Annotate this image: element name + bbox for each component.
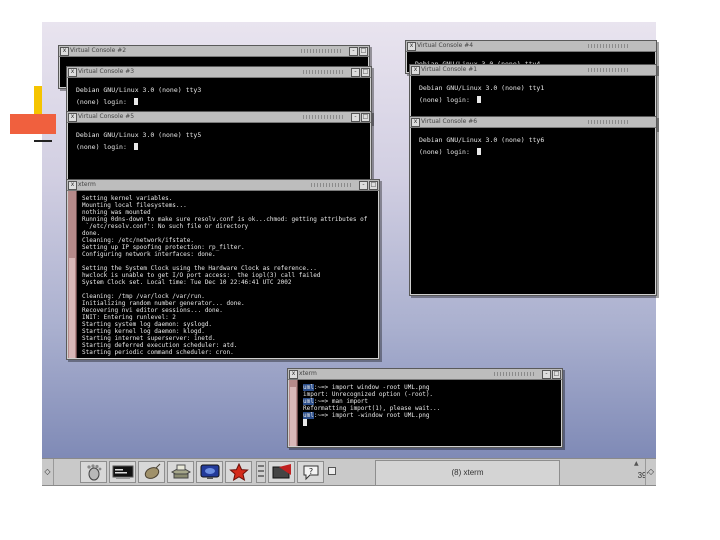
window-title: Virtual Console #6 bbox=[421, 118, 478, 125]
command-line: import window -root UML.png bbox=[331, 384, 430, 391]
window-virtual-console-6[interactable]: x Virtual Console #6 Debian GNU/Linux 3.… bbox=[409, 116, 657, 296]
minimize-icon[interactable]: - bbox=[542, 370, 551, 379]
command-output: import: Unrecognized option (-root). bbox=[303, 391, 434, 398]
minimize-icon[interactable]: - bbox=[351, 113, 360, 122]
maximize-icon[interactable]: □ bbox=[369, 181, 378, 190]
login-prompt: (none) login: bbox=[76, 98, 131, 106]
console-banner: Debian GNU/Linux 3.0 (none) tty5 bbox=[76, 131, 202, 139]
terminal-icon[interactable] bbox=[109, 461, 136, 483]
titlebar[interactable]: x Virtual Console #5 - □ bbox=[67, 112, 371, 123]
window-title: Virtual Console #5 bbox=[78, 113, 135, 120]
close-icon[interactable]: x bbox=[68, 181, 77, 190]
titlebar[interactable]: x Virtual Console #4 bbox=[406, 41, 656, 52]
window-xterm-commands[interactable]: x xterm - □ uml:~=> import window -root U… bbox=[287, 368, 563, 448]
minimize-icon[interactable]: - bbox=[349, 47, 358, 56]
console-banner: Debian GNU/Linux 3.0 (none) tty1 bbox=[419, 84, 545, 92]
window-title: xterm bbox=[78, 181, 96, 188]
minimize-icon[interactable]: - bbox=[359, 181, 368, 190]
maximize-icon[interactable]: □ bbox=[361, 113, 370, 122]
text-cursor bbox=[133, 143, 138, 150]
maximize-icon[interactable]: □ bbox=[552, 370, 561, 379]
titlebar[interactable]: x Virtual Console #1 bbox=[410, 65, 656, 76]
printer-icon[interactable] bbox=[167, 461, 194, 483]
titlebar-grip bbox=[301, 49, 341, 53]
titlebar[interactable]: x Virtual Console #3 - □ bbox=[67, 67, 371, 78]
minimize-icon[interactable]: - bbox=[351, 68, 360, 77]
close-icon[interactable]: x bbox=[411, 66, 420, 75]
titlebar-grip bbox=[588, 120, 628, 124]
help-icon[interactable]: ? bbox=[297, 461, 324, 483]
titlebar-grip bbox=[494, 372, 534, 376]
terminal-screen[interactable]: uml:~=> import window -root UML.png impo… bbox=[289, 380, 561, 446]
taskbar-scroll-right[interactable]: ◇ bbox=[645, 459, 656, 485]
scrollbar[interactable] bbox=[68, 191, 77, 358]
window-xterm-bootlog[interactable]: x xterm - □ Setting kernel variables. Mou… bbox=[66, 179, 380, 360]
text-cursor bbox=[133, 98, 138, 105]
command-line: import -window root UML.png bbox=[331, 412, 430, 419]
command-line: man import bbox=[331, 398, 369, 405]
console-text: Debian GNU/Linux 3.0 (none) tty6 (none) … bbox=[411, 128, 655, 294]
shell-user: uml bbox=[303, 412, 314, 419]
titlebar[interactable]: x Virtual Console #6 bbox=[410, 117, 656, 128]
close-icon[interactable]: x bbox=[60, 47, 69, 56]
window-title: Virtual Console #1 bbox=[421, 66, 478, 73]
console-screen[interactable]: Debian GNU/Linux 3.0 (none) tty6 (none) … bbox=[411, 128, 655, 294]
shell-user: uml bbox=[303, 398, 314, 405]
monitor-icon[interactable] bbox=[196, 461, 223, 483]
pager-toggle[interactable] bbox=[328, 467, 336, 475]
text-cursor bbox=[303, 419, 307, 426]
applet-tray[interactable] bbox=[256, 461, 266, 483]
slide-accent-block bbox=[10, 114, 56, 134]
command-output: Reformatting import(1), please wait... bbox=[303, 405, 441, 412]
login-prompt: (none) login: bbox=[419, 96, 474, 104]
taskbar: ◇ ? (8) xterm ▲ 39' ◇ bbox=[42, 458, 656, 486]
close-icon[interactable]: x bbox=[289, 370, 298, 379]
titlebar[interactable]: x Virtual Console #2 - □ bbox=[59, 46, 369, 57]
maximize-icon[interactable]: □ bbox=[359, 47, 368, 56]
shell-prompt: :~=> bbox=[313, 384, 332, 391]
login-prompt: (none) login: bbox=[76, 143, 131, 151]
console-banner: Debian GNU/Linux 3.0 (none) tty3 bbox=[76, 86, 202, 94]
text-cursor bbox=[476, 96, 481, 103]
boot-log-text: Setting kernel variables. Mounting local… bbox=[82, 195, 368, 356]
scrollbar[interactable] bbox=[289, 380, 298, 446]
close-icon[interactable]: x bbox=[407, 42, 416, 51]
taskbar-scroll-left[interactable]: ◇ bbox=[42, 459, 54, 485]
login-prompt: (none) login: bbox=[419, 148, 474, 156]
maximize-icon[interactable]: □ bbox=[361, 68, 370, 77]
titlebar[interactable]: x xterm - □ bbox=[67, 180, 379, 191]
shell-user: uml bbox=[303, 384, 314, 391]
shell-prompt: :~=> bbox=[313, 398, 332, 405]
foot-icon[interactable] bbox=[80, 461, 107, 483]
console-banner: Debian GNU/Linux 3.0 (none) tty6 bbox=[419, 136, 545, 144]
scrollbar-thumb[interactable] bbox=[290, 386, 296, 446]
close-icon[interactable]: x bbox=[68, 113, 77, 122]
mouse-icon[interactable] bbox=[138, 461, 165, 483]
window-title: Virtual Console #4 bbox=[417, 42, 474, 49]
titlebar-grip bbox=[588, 68, 628, 72]
scrollbar-thumb[interactable] bbox=[69, 257, 75, 358]
titlebar-grip bbox=[311, 183, 351, 187]
titlebar-grip bbox=[303, 115, 343, 119]
shell-prompt: :~=> bbox=[313, 412, 332, 419]
close-icon[interactable]: x bbox=[411, 118, 420, 127]
titlebar-grip bbox=[588, 44, 628, 48]
titlebar[interactable]: x xterm - □ bbox=[288, 369, 562, 380]
star-icon[interactable] bbox=[225, 461, 252, 483]
terminal-screen[interactable]: Setting kernel variables. Mounting local… bbox=[68, 191, 378, 358]
command-text: uml:~=> import window -root UML.png impo… bbox=[298, 380, 561, 446]
window-title: Virtual Console #3 bbox=[78, 68, 135, 75]
taskbar-task-xterm[interactable]: (8) xterm bbox=[375, 460, 560, 486]
slide-accent-line bbox=[34, 140, 52, 142]
window-title: Virtual Console #2 bbox=[70, 47, 127, 54]
window-title: xterm bbox=[299, 370, 317, 377]
titlebar-grip bbox=[303, 70, 343, 74]
text-cursor bbox=[476, 148, 481, 155]
applet-icon[interactable] bbox=[268, 461, 295, 483]
svg-text:?: ? bbox=[308, 467, 312, 476]
close-icon[interactable]: x bbox=[68, 68, 77, 77]
